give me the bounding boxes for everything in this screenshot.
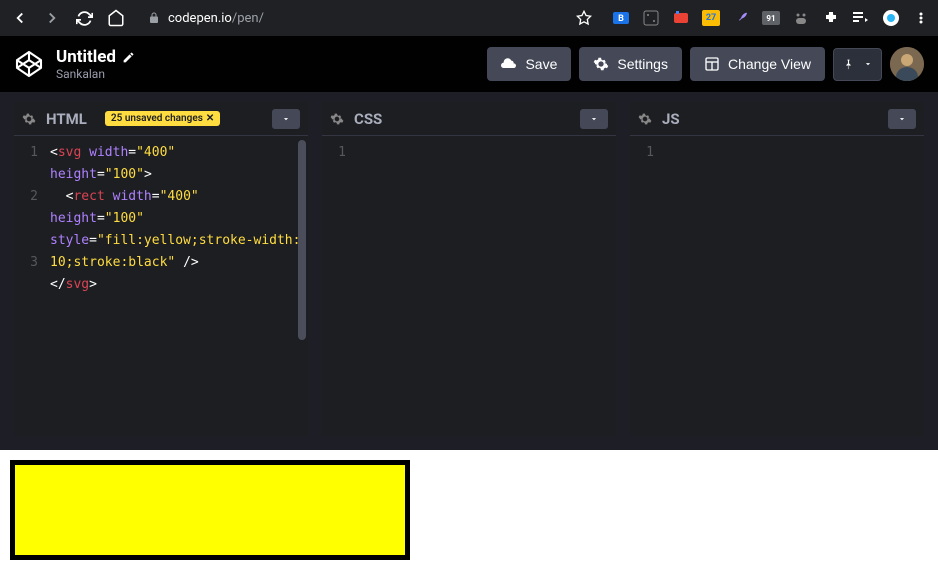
html-tab-label: HTML (46, 110, 87, 128)
extension-icon-2[interactable] (642, 9, 660, 27)
code-content[interactable] (354, 136, 616, 436)
gear-icon (593, 56, 609, 72)
pen-title[interactable]: Untitled (56, 47, 116, 67)
editor-area: HTML 25 unsaved changes ✕ 1 2 3 <svg wid… (0, 92, 938, 450)
extension-android-icon[interactable] (792, 9, 810, 27)
save-button[interactable]: Save (487, 47, 571, 81)
js-panel-header: JS (630, 102, 924, 136)
line-gutter: 1 (630, 136, 662, 436)
extension-icon-3[interactable] (672, 9, 690, 27)
panel-collapse-button[interactable] (272, 109, 300, 129)
extension-circle-icon[interactable] (882, 9, 900, 27)
css-tab[interactable]: CSS (344, 104, 392, 134)
extension-icon-1[interactable]: B (612, 9, 630, 27)
pen-author[interactable]: Sankalan (56, 67, 135, 81)
extension-counter-icon[interactable]: 91 (762, 11, 780, 25)
css-tab-label: CSS (354, 110, 382, 128)
edit-title-icon[interactable] (122, 51, 135, 64)
user-avatar[interactable] (890, 47, 924, 81)
browser-toolbar: codepen.io/pen/ B 27 91 (0, 0, 938, 36)
scrollbar[interactable] (298, 140, 306, 340)
lock-icon (148, 12, 160, 24)
bookmark-star-icon[interactable] (576, 10, 592, 26)
panel-collapse-button[interactable] (580, 109, 608, 129)
codepen-header: Untitled Sankalan Save Settings Change V… (0, 36, 938, 92)
code-content[interactable] (662, 136, 924, 436)
css-code-editor[interactable]: 1 (322, 136, 616, 436)
header-actions: Save Settings Change View (487, 47, 924, 81)
close-badge-icon[interactable]: ✕ (206, 113, 214, 124)
url-path: /pen/ (232, 11, 264, 26)
nav-reload-button[interactable] (72, 6, 96, 30)
browser-menu-icon[interactable] (912, 9, 930, 27)
output-preview (0, 450, 938, 588)
pen-title-area: Untitled Sankalan (56, 47, 135, 81)
change-view-label: Change View (728, 56, 811, 72)
css-panel: CSS 1 (322, 102, 616, 436)
extension-feather-icon[interactable] (732, 9, 750, 27)
line-gutter: 1 (322, 136, 354, 436)
rendered-svg (10, 460, 410, 560)
js-code-editor[interactable]: 1 (630, 136, 924, 436)
panel-gear-icon[interactable] (638, 112, 652, 126)
chevron-down-icon (863, 59, 873, 69)
nav-forward-button[interactable] (40, 6, 64, 30)
js-panel: JS 1 (630, 102, 924, 436)
cloud-icon (501, 56, 517, 72)
extension-icons: B 27 91 (612, 9, 930, 27)
svg-text:B: B (618, 14, 624, 24)
codepen-logo[interactable] (14, 49, 44, 79)
html-panel: HTML 25 unsaved changes ✕ 1 2 3 <svg wid… (14, 102, 308, 436)
url-bar[interactable]: codepen.io/pen/ (136, 4, 604, 32)
change-view-button[interactable]: Change View (690, 47, 825, 81)
panel-gear-icon[interactable] (330, 112, 344, 126)
extension-calendar-icon[interactable]: 27 (702, 10, 720, 26)
panel-gear-icon[interactable] (22, 112, 36, 126)
css-panel-header: CSS (322, 102, 616, 136)
html-panel-header: HTML 25 unsaved changes ✕ (14, 102, 308, 136)
html-code-editor[interactable]: 1 2 3 <svg width="400"height="100"> <rec… (14, 136, 308, 436)
pin-icon (842, 58, 855, 71)
nav-home-button[interactable] (104, 6, 128, 30)
rendered-rect (10, 460, 410, 560)
extension-puzzle-icon[interactable] (822, 9, 840, 27)
code-content[interactable]: <svg width="400"height="100"> <rect widt… (46, 136, 308, 436)
unsaved-changes-badge[interactable]: 25 unsaved changes ✕ (105, 111, 220, 126)
html-tab[interactable]: HTML (36, 104, 97, 134)
layout-icon (704, 56, 720, 72)
url-domain: codepen.io (168, 11, 232, 26)
panel-collapse-button[interactable] (888, 109, 916, 129)
line-gutter: 1 2 3 (14, 136, 46, 436)
settings-label: Settings (617, 56, 668, 72)
save-label: Save (525, 56, 557, 72)
nav-back-button[interactable] (8, 6, 32, 30)
pin-dropdown-button[interactable] (833, 48, 882, 81)
js-tab-label: JS (662, 110, 680, 128)
js-tab[interactable]: JS (652, 104, 690, 134)
settings-button[interactable]: Settings (579, 47, 682, 81)
extension-playlist-icon[interactable] (852, 9, 870, 27)
